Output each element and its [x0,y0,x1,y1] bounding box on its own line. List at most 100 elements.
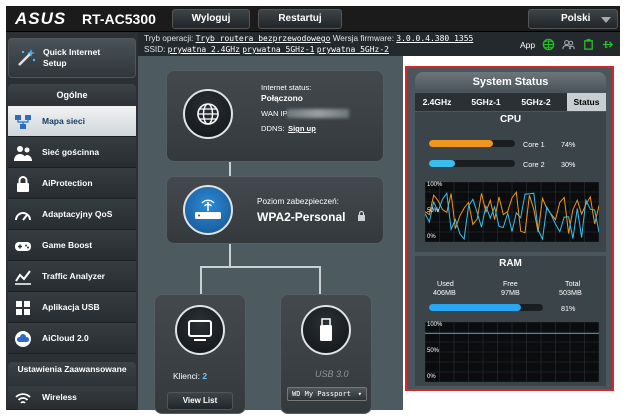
core1-label: Core 1 [523,140,545,149]
sidebar-item-label: Traffic Analyzer [42,271,105,281]
system-status-panel: System Status 2.4GHz 5GHz-1 5GHz-2 Statu… [405,66,614,391]
ssid-link[interactable]: prywatna_2.4GHz [168,45,240,54]
speedometer-icon [15,212,31,221]
ram-axis-50: 50% [427,348,440,354]
language-select[interactable]: Polski [528,9,618,29]
gamepad-icon [15,242,31,251]
wifi-icon [15,393,31,404]
system-status-title: System Status [415,72,606,92]
lock-icon [358,210,365,221]
sidebar-item-aiprotection[interactable]: AiProtection [8,168,136,199]
sidebar-item-network-map[interactable]: Mapa sieci [8,106,136,137]
connection-line [200,266,320,268]
ram-usage-graph: 100% 50% 0% [424,321,600,383]
cpu-section: CPU Core 1 74% Core 2 30% 100% 50% 0% [415,112,606,252]
sidebar-item-label: Aplikacja USB [42,302,100,312]
app-label[interactable]: App [520,40,535,50]
general-section-header: Ogólne [8,84,136,106]
ssid-link[interactable]: prywatna_5GHz-2 [317,45,389,54]
ram-usage-bar [429,304,543,311]
ddns-label: DDNS: [261,124,285,133]
sidebar-item-guest-network[interactable]: Sieć gościnna [8,137,136,168]
wan-ip-label: WAN IP: [261,109,290,118]
system-status-tabs: 2.4GHz 5GHz-1 5GHz-2 Status [415,93,606,111]
sidebar-item-game-boost[interactable]: Game Boost [8,230,136,261]
router-security-card[interactable]: Poziom zabezpieczeń: WPA2-Personal [166,176,384,244]
ram-usage-graph-canvas [424,321,600,383]
sidebar-item-traffic-analyzer[interactable]: Traffic Analyzer [8,261,136,292]
firmware-link[interactable]: 3.0.0.4.380_1355 [396,34,473,43]
logout-button[interactable]: Wyloguj [172,9,250,29]
wan-ip-blurred-value [287,109,349,118]
device-status-icon[interactable] [582,38,595,51]
sidebar-item-label: Sieć gościnna [42,147,100,157]
chevron-down-icon [601,17,611,23]
users-status-icon[interactable] [562,38,575,51]
network-map-icon [15,115,31,129]
router-model: RT-AC5300 [82,11,156,27]
ram-free-value: 97MB [501,288,520,297]
usb-status-icon[interactable] [601,38,614,51]
connection-line [319,266,321,294]
core2-label: Core 2 [523,160,545,169]
sidebar-item-label: Adaptacyjny QoS [42,209,113,219]
tab-5ghz-2[interactable]: 5GHz-2 [513,93,559,111]
ssid-label: SSID: [144,45,166,54]
ssid-link[interactable]: prywatna_5GHz-1 [242,45,314,54]
sidebar-item-label: Game Boost [42,240,93,250]
clients-count: 2 [202,371,207,381]
ram-section: RAM Used 406MB Free 97MB Total 503MB 81%… [415,256,606,386]
ram-usage-fill [429,304,522,311]
quick-internet-setup-button[interactable]: Quick Internet Setup [8,38,136,78]
cpu-axis-50: 50% [427,208,440,214]
network-map-area: Internet status: Połączono WAN IP: DDNS:… [138,56,403,414]
usb-device-select[interactable]: WD My Passport ▾ [287,387,367,401]
core2-percent: 30% [561,160,576,169]
cpu-axis-0: 0% [427,234,436,240]
tab-status[interactable]: Status [567,93,606,111]
operation-mode-link[interactable]: Tryb routera bezprzewodowego [196,34,331,43]
usb-port-label: USB 3.0 [315,369,349,379]
core1-percent: 74% [561,140,576,149]
info-bar: Tryb operacji: Tryb routera bezprzewodow… [138,32,620,56]
internet-status-card[interactable]: Internet status: Połączono WAN IP: DDNS:… [166,70,384,162]
core2-usage-bar [429,160,515,167]
chart-icon [15,270,31,285]
cpu-usage-graph-canvas [424,181,600,243]
firmware-label: Wersja firmware: [332,34,394,43]
internet-status-label: Internet status: [261,83,312,92]
sidebar-item-label: AiCloud 2.0 [42,333,89,343]
chevron-down-icon: ▾ [357,390,362,398]
sidebar-item-usb-application[interactable]: Aplikacja USB [8,292,136,323]
operation-mode-label: Tryb operacji: [144,34,194,43]
advanced-section-header: Ustawienia Zaawansowane [8,362,136,386]
ram-percent: 81% [561,304,576,313]
usb-icon [16,301,30,315]
usb-device-card[interactable]: USB 3.0 WD My Passport ▾ [280,294,372,414]
tab-5ghz-1[interactable]: 5GHz-1 [463,93,509,111]
view-list-button[interactable]: View List [167,392,233,410]
top-bar: ASUS RT-AC5300 Wyloguj Restartuj Polski [6,6,620,32]
ram-used-label: Used [437,279,454,288]
usb-drive-icon [301,305,351,355]
clients-card[interactable]: Klienci: 2 View List [154,294,246,414]
clients-label: Klienci: 2 [173,371,207,381]
ddns-sign-up-link[interactable]: Sign up [288,124,316,133]
sidebar-item-wireless[interactable]: Wireless [8,386,136,410]
asus-logo: ASUS [15,9,67,28]
globe-status-icon[interactable] [542,38,555,51]
tab-2-4ghz[interactable]: 2.4GHz [415,93,459,111]
ram-total-value: 503MB [559,288,582,297]
router-icon [183,185,233,235]
restart-button[interactable]: Restartuj [258,9,342,29]
monitor-icon [175,305,225,355]
ram-axis-100: 100% [427,322,443,328]
internet-status-value: Połączono [261,93,303,103]
lock-icon [17,176,29,192]
sidebar-item-aicloud[interactable]: AiCloud 2.0 [8,323,136,354]
connection-line [200,266,202,294]
ram-axis-0: 0% [427,374,436,380]
cpu-title: CPU [499,114,522,125]
sidebar-item-adaptive-qos[interactable]: Adaptacyjny QoS [8,199,136,230]
globe-icon [183,89,233,139]
